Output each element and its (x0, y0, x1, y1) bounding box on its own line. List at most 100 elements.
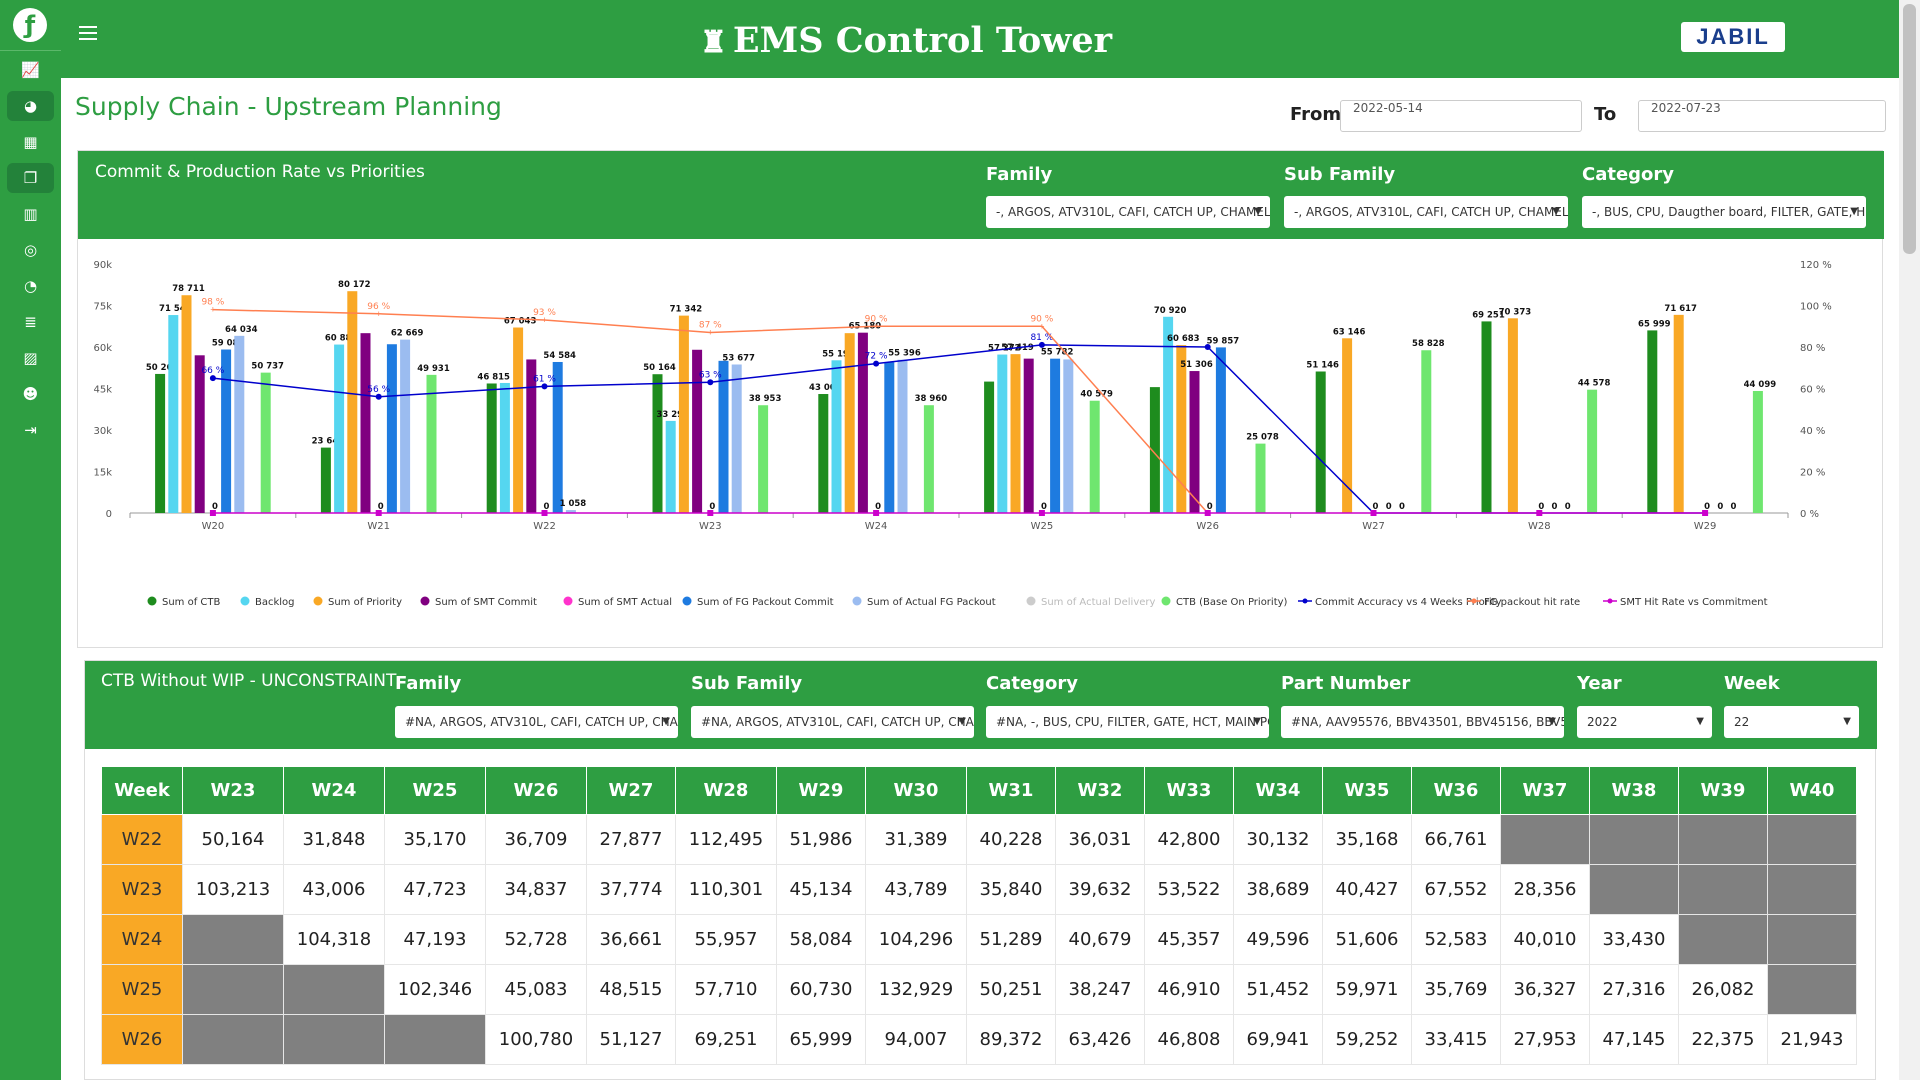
empty-cell (182, 1014, 284, 1065)
family-select[interactable]: -, ARGOS, ATV310L, CAFI, CATCH UP, CHAME… (986, 196, 1270, 228)
table-cell: 35,840 (966, 864, 1056, 915)
table-row: W25 102,346 45,083 48,515 57,710 60,730 132,92… (101, 964, 1857, 1015)
table-cell: 45,134 (776, 864, 866, 915)
table-cell: 42,800 (1144, 814, 1234, 865)
documents-icon[interactable]: ❐ (7, 163, 54, 193)
table-header-cell: W36 (1411, 766, 1501, 815)
target-icon[interactable]: ◎ (7, 235, 54, 265)
line-data-label: 90 % (865, 314, 888, 324)
table-header-cell: W40 (1767, 766, 1857, 815)
to-date-input[interactable]: 2022-07-23 (1638, 100, 1886, 132)
category-select[interactable]: -, BUS, CPU, Daugther board, FILTER, GAT… (1582, 196, 1866, 228)
bar-sum-of-fg-packout-commit (884, 362, 895, 513)
table-cell: 66,761 (1411, 814, 1501, 865)
bar-sum-of-actual-fg-packout (400, 339, 411, 513)
legend-marker-dot (1607, 598, 1613, 604)
legend-label: FG packout hit rate (1484, 597, 1580, 608)
image-icon[interactable]: ▨ (7, 343, 54, 373)
line-data-label: 96 % (367, 302, 390, 312)
table-cell: 104,296 (865, 914, 967, 965)
empty-cell (1500, 814, 1590, 865)
table-cell: 47,723 (384, 864, 486, 915)
table-cell: 48,515 (586, 964, 676, 1015)
legend-label: Sum of CTB (162, 597, 221, 608)
y-tick-label: 75k (93, 302, 112, 313)
table-cell: 36,031 (1055, 814, 1145, 865)
year-select[interactable]: 2022 ▼ (1577, 706, 1712, 738)
legend-marker (1026, 596, 1036, 606)
bar-sum-of-smt-commit (360, 333, 371, 513)
subfamily-select[interactable]: -, ARGOS, ATV310L, CAFI, CATCH UP, CHAME… (1284, 196, 1568, 228)
x-tick-label: W27 (1362, 521, 1385, 532)
logo-icon[interactable]: ƒ (13, 8, 47, 42)
line-point (541, 510, 548, 516)
from-date-input[interactable]: 2022-05-14 (1340, 100, 1582, 132)
bar-sum-of-actual-fg-packout (1063, 359, 1074, 513)
y-tick-label: 60k (93, 343, 112, 354)
table-cell: 50,251 (966, 964, 1056, 1015)
line-chart-icon[interactable]: 📈 (7, 55, 54, 85)
line-point (375, 510, 382, 516)
table-cell: 36,709 (485, 814, 587, 865)
chevron-down-icon: ▼ (958, 716, 966, 727)
part-number-select[interactable]: #NA, AAV95576, BBV43501, BBV45156, BBV56… (1281, 706, 1564, 738)
x-tick-label: W28 (1528, 521, 1551, 532)
bar-sum-of-ctb (155, 373, 166, 513)
table-cell: 110,301 (675, 864, 777, 915)
empty-cell (1589, 814, 1679, 865)
table-header-cell: W30 (865, 766, 967, 815)
bar-backlog (997, 354, 1008, 513)
bar-sum-of-fg-packout-commit (552, 361, 563, 513)
table-header-cell: W23 (182, 766, 284, 815)
legend-marker (1161, 596, 1171, 606)
empty-cell (1767, 964, 1857, 1015)
logout-icon[interactable]: ⇥ (7, 415, 54, 445)
calendar-icon[interactable]: ▦ (7, 127, 54, 157)
x-tick-label: W26 (1196, 521, 1219, 532)
bar-ctb-base-on-priority- (260, 372, 271, 513)
line-data-label: 90 % (1030, 314, 1053, 324)
bar-backlog (831, 360, 842, 513)
line-point (1204, 510, 1211, 516)
line-point (1204, 344, 1211, 350)
table-cell: 51,127 (586, 1014, 676, 1065)
table-header-cell: W33 (1144, 766, 1234, 815)
y-tick-label: 45k (93, 385, 112, 396)
page-scrollbar[interactable] (1899, 0, 1920, 1080)
bar-chart-icon[interactable]: ▥ (7, 199, 54, 229)
table-cell: 50,164 (182, 814, 284, 865)
gauge-icon[interactable]: ◔ (7, 271, 54, 301)
bar-data-label: 70 373 (1499, 307, 1532, 317)
bar-sum-of-ctb (652, 374, 663, 513)
bar-data-label: 0 (1565, 502, 1571, 512)
bar-data-label: 80 172 (338, 280, 371, 290)
bar-backlog (665, 420, 676, 513)
table-cell: 51,606 (1322, 914, 1412, 965)
week-select[interactable]: 22 ▼ (1724, 706, 1859, 738)
empty-cell (1678, 814, 1768, 865)
y2-tick-label: 80 % (1800, 343, 1825, 354)
bar-sum-of-priority (844, 333, 855, 513)
subfamily-select[interactable]: #NA, ARGOS, ATV310L, CAFI, CATCH UP, CHA… (691, 706, 974, 738)
panel-title: CTB Without WIP - UNCONSTRAINT (101, 671, 397, 691)
users-icon[interactable]: ☻ (7, 379, 54, 409)
table-cell: 35,170 (384, 814, 486, 865)
bar-sum-of-actual-fg-packout (897, 359, 908, 513)
bar-data-label: 71 342 (670, 305, 703, 315)
family-select[interactable]: #NA, ARGOS, ATV310L, CAFI, CATCH UP, CHA… (395, 706, 678, 738)
to-label: To (1594, 104, 1617, 125)
line-data-label: 98 % (201, 298, 224, 308)
table-cell: 35,168 (1322, 814, 1412, 865)
legend-label: Sum of Actual Delivery (1041, 597, 1156, 608)
legend-marker-dot (1302, 598, 1308, 604)
bar-data-label: 38 960 (915, 394, 948, 404)
bar-backlog (499, 382, 510, 513)
table-cell: 40,679 (1055, 914, 1145, 965)
legend-label: CTB (Base On Priority) (1176, 597, 1288, 608)
scrollbar-thumb[interactable] (1903, 4, 1916, 254)
pie-chart-icon[interactable]: ◕ (7, 91, 54, 121)
database-icon[interactable]: ≣ (7, 307, 54, 337)
bar-data-label: 44 578 (1578, 379, 1611, 389)
category-select[interactable]: #NA, -, BUS, CPU, FILTER, GATE, HCT, MAI… (986, 706, 1269, 738)
subfamily-label: Sub Family (691, 673, 803, 694)
